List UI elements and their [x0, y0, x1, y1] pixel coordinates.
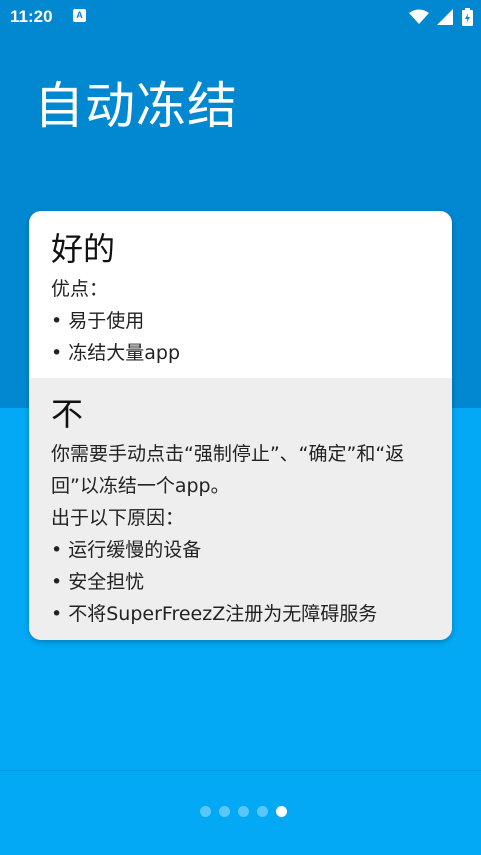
list-item: • 不将SuperFreezZ注册为无障碍服务 — [51, 603, 378, 625]
list-item: • 安全担忧 — [51, 571, 145, 593]
wifi-icon — [408, 9, 429, 24]
signal-icon — [437, 8, 454, 25]
cons-label: 出于以下原因： — [51, 507, 185, 529]
page-dot-5[interactable] — [276, 806, 287, 817]
page-dot-4[interactable] — [257, 806, 268, 817]
battery-charging-icon — [462, 7, 473, 26]
page-indicator — [196, 806, 291, 817]
page-title: 自动冻结 — [34, 77, 238, 135]
page-dot-1[interactable] — [200, 806, 211, 817]
status-time: 11:20 — [10, 7, 53, 26]
pros-label: 优点： — [51, 278, 109, 300]
cons-section: 不 你需要手动点击“强制停止”、“确定”和“返 回”以冻结一个app。 出于以下… — [29, 378, 452, 640]
pros-heading: 好的 — [51, 230, 116, 268]
cons-heading: 不 — [51, 395, 84, 433]
comparison-card: 好的 优点： • 易于使用 • 冻结大量app 不 你需要手动点击“强制停止”、… — [29, 211, 452, 640]
pros-section: 好的 优点： • 易于使用 • 冻结大量app — [29, 211, 452, 378]
page-dot-2[interactable] — [219, 806, 230, 817]
notification-icon: A — [73, 9, 86, 22]
divider — [0, 770, 481, 771]
list-item: • 运行缓慢的设备 — [51, 539, 202, 561]
list-item: • 易于使用 — [51, 310, 145, 332]
status-bar: 11:20 A — [0, 0, 481, 33]
page-dot-3[interactable] — [238, 806, 249, 817]
status-icons — [405, 6, 473, 26]
cons-description: 你需要手动点击“强制停止”、“确定”和“返 — [51, 443, 405, 465]
cons-description-cont: 回”以冻结一个app。 — [51, 475, 230, 497]
list-item: • 冻结大量app — [51, 342, 181, 364]
